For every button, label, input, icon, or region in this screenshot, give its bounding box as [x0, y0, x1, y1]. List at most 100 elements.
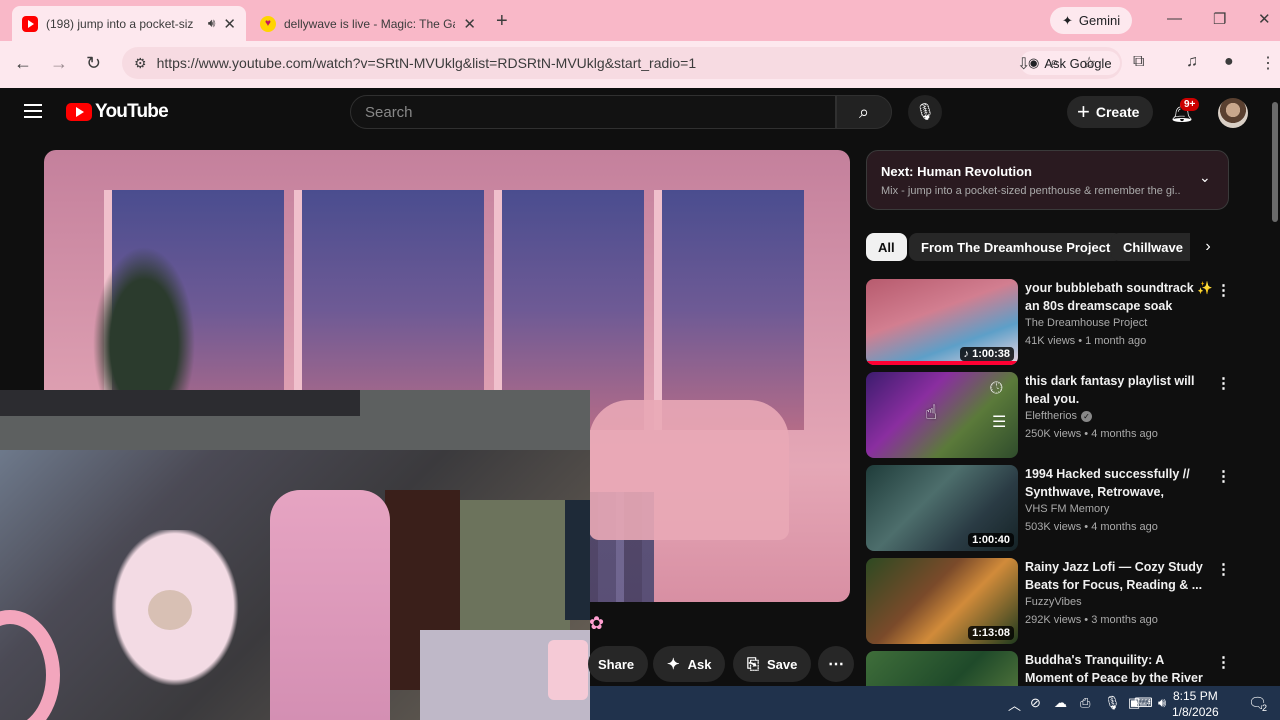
- more-vertical-icon[interactable]: ⋮: [1216, 653, 1231, 671]
- clock-date: 1/8/2026: [1172, 705, 1219, 719]
- video-title[interactable]: Buddha's Tranquility: A Moment of Peace …: [1025, 651, 1215, 686]
- channel-name[interactable]: The Dreamhouse Project: [1025, 317, 1147, 329]
- list-item[interactable]: 1:13:08 Rainy Jazz Lofi — Cozy Study Bea…: [866, 558, 1256, 644]
- chip-chillwave[interactable]: Chillwave: [1111, 233, 1193, 261]
- show-hidden-icons-chevron-icon[interactable]: ︿: [1008, 695, 1021, 714]
- profile-icon[interactable]: ●: [1224, 53, 1234, 71]
- video-thumbnail[interactable]: ♪ 1:00:38: [866, 279, 1018, 365]
- voice-search-button[interactable]: 🎙︎: [908, 95, 942, 129]
- tab-youtube[interactable]: (198) jump into a pocket-siz 🔊︎ ✕: [12, 6, 246, 41]
- system-clock[interactable]: 8:15 PM 1/8/2026: [1172, 688, 1219, 720]
- duration-badge: 1:00:40: [968, 533, 1014, 547]
- channel-name[interactable]: Eleftherios ✓: [1025, 410, 1092, 422]
- bookmark-icon: ⎘: [747, 655, 760, 673]
- channel-name[interactable]: VHS FM Memory: [1025, 503, 1109, 515]
- webcam-overlay: [0, 390, 590, 720]
- chips-next-button[interactable]: ›: [1190, 233, 1226, 261]
- tray-device-icon[interactable]: ⎙: [1080, 695, 1090, 711]
- address-bar[interactable]: ⚙︎ https://www.youtube.com/watch?v=SRtN-…: [122, 47, 1122, 79]
- channel-name[interactable]: FuzzyVibes: [1025, 596, 1082, 608]
- video-thumbnail[interactable]: [866, 651, 1018, 686]
- network-icon[interactable]: ⌨: [1134, 695, 1153, 711]
- chrome-menu-icon[interactable]: ⋮: [1260, 53, 1276, 73]
- up-next-card[interactable]: Next: Human Revolution Mix - jump into a…: [866, 150, 1229, 210]
- share-button[interactable]: Share: [588, 646, 649, 682]
- minimize-window-icon[interactable]: —: [1167, 10, 1182, 27]
- gemini-label: Gemini: [1078, 13, 1121, 28]
- tab-dellywave[interactable]: ♥ dellywave is live - Magic: The Ga ✕: [250, 6, 486, 41]
- reload-icon[interactable]: ↻: [86, 53, 101, 74]
- chip-from-dreamhouse-project[interactable]: From The Dreamhouse Project: [909, 233, 1123, 261]
- account-avatar[interactable]: [1218, 98, 1248, 128]
- save-button[interactable]: ⎘ Save: [733, 646, 812, 682]
- youtube-logo[interactable]: YouTube: [66, 101, 169, 123]
- bookmark-star-icon[interactable]: ☆: [1082, 53, 1096, 73]
- forward-arrow-icon[interactable]: →: [50, 53, 68, 74]
- cloud-sync-icon[interactable]: ☁: [1054, 695, 1067, 711]
- more-vertical-icon[interactable]: ⋮: [1216, 467, 1231, 485]
- close-tab-icon[interactable]: ✕: [463, 15, 476, 33]
- webcam-pink-robe: [270, 490, 390, 720]
- zoom-icon[interactable]: ⌕: [1050, 54, 1059, 72]
- url-text[interactable]: https://www.youtube.com/watch?v=SRtN-MVU…: [157, 55, 697, 71]
- up-next-title: Next: Human Revolution: [881, 164, 1032, 179]
- tray-app-icon[interactable]: ⊘: [1030, 695, 1041, 711]
- create-label: Create: [1095, 104, 1140, 120]
- page-scrollbar[interactable]: [1270, 88, 1280, 686]
- tab-title: (198) jump into a pocket-siz: [46, 16, 194, 31]
- webcam-plush-face: [148, 590, 192, 630]
- gemini-button[interactable]: ✦ Gemini: [1050, 7, 1133, 34]
- restore-window-icon[interactable]: ❐: [1213, 10, 1226, 28]
- save-label: Save: [767, 656, 798, 672]
- close-tab-icon[interactable]: ✕: [223, 15, 236, 33]
- browser-toolbar: ← → ↻ ⚙︎ https://www.youtube.com/watch?v…: [0, 41, 1280, 88]
- chevron-down-icon[interactable]: ⌄: [1199, 169, 1211, 186]
- share-label: Share: [598, 656, 635, 672]
- search-input[interactable]: [365, 103, 805, 121]
- video-title[interactable]: your bubblebath soundtrack ✨ an 80s drea…: [1025, 279, 1215, 315]
- list-item[interactable]: 1:00:40 1994 Hacked successfully // Synt…: [866, 465, 1256, 551]
- search-icon: ⌕: [858, 101, 870, 122]
- more-vertical-icon[interactable]: ⋮: [1216, 374, 1231, 392]
- chip-all[interactable]: All: [866, 233, 907, 261]
- video-thumbnail[interactable]: 1:00:40: [866, 465, 1018, 551]
- youtube-favicon-icon: [22, 15, 38, 32]
- chip-label: All: [878, 239, 895, 255]
- video-thumbnail[interactable]: 🕓︎ ☰: [866, 372, 1018, 458]
- more-vertical-icon[interactable]: ⋮: [1216, 560, 1231, 578]
- video-title[interactable]: this dark fantasy playlist will heal you…: [1025, 372, 1215, 408]
- microphone-tray-icon[interactable]: 🎙︎: [1104, 695, 1121, 711]
- create-button[interactable]: + Create: [1067, 96, 1154, 128]
- more-vertical-icon[interactable]: ⋮: [1216, 281, 1231, 299]
- volume-icon[interactable]: 🔊︎: [1158, 695, 1166, 711]
- plus-icon: +: [1077, 99, 1090, 124]
- speaker-icon[interactable]: 🔊︎: [208, 16, 216, 31]
- close-window-icon[interactable]: ✕: [1258, 10, 1271, 28]
- new-tab-button[interactable]: +: [496, 10, 508, 33]
- watch-later-clock-icon[interactable]: 🕓︎: [990, 380, 1003, 398]
- more-actions-button[interactable]: ⋯: [818, 646, 854, 682]
- install-app-icon[interactable]: ⇩: [1017, 54, 1030, 74]
- hamburger-menu-icon[interactable]: [24, 104, 42, 118]
- clock-time: 8:15 PM: [1173, 689, 1218, 703]
- video-meta: 41K views • 1 month ago: [1025, 335, 1147, 347]
- list-item[interactable]: ♪ 1:00:38 your bubblebath soundtrack ✨ a…: [866, 279, 1256, 365]
- more-horizontal-icon: ⋯: [828, 656, 844, 673]
- site-info-icon[interactable]: ⚙︎: [134, 55, 147, 72]
- sparkle-icon: ✦: [667, 656, 680, 673]
- search-button[interactable]: ⌕: [836, 95, 892, 129]
- video-title[interactable]: 1994 Hacked successfully // Synthwave, R…: [1025, 465, 1215, 501]
- video-sofa: [589, 400, 789, 540]
- back-arrow-icon[interactable]: ←: [14, 53, 32, 74]
- list-item[interactable]: Buddha's Tranquility: A Moment of Peace …: [866, 651, 1256, 686]
- media-controls-icon[interactable]: ♫: [1186, 53, 1198, 71]
- video-thumbnail[interactable]: 1:13:08: [866, 558, 1018, 644]
- ask-button[interactable]: ✦ Ask: [653, 646, 726, 682]
- notification-badge: 9+: [1180, 98, 1200, 111]
- verified-check-icon: ✓: [1080, 411, 1092, 422]
- scrollbar-thumb[interactable]: [1272, 102, 1278, 222]
- video-title[interactable]: Rainy Jazz Lofi — Cozy Study Beats for F…: [1025, 558, 1215, 594]
- add-to-queue-icon[interactable]: ☰: [992, 412, 1006, 432]
- ask-google-button[interactable]: ◉ Ask Google: [1020, 51, 1120, 75]
- extensions-puzzle-icon[interactable]: ⧉: [1133, 53, 1144, 71]
